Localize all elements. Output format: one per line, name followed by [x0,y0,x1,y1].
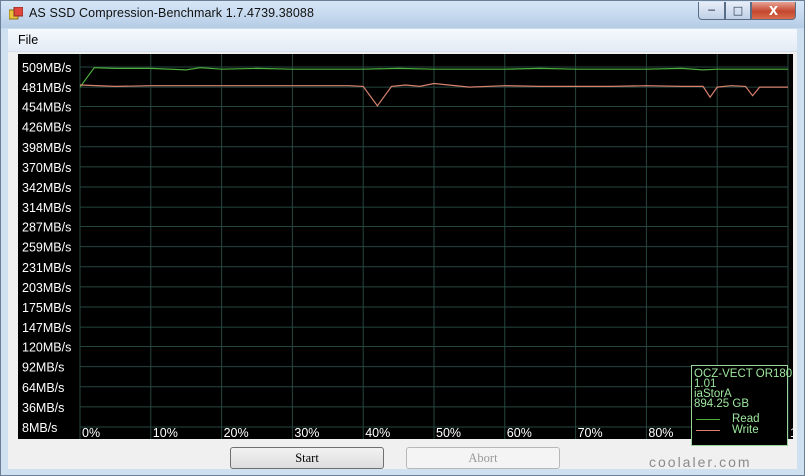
y-tick-label: 120MB/s [22,341,71,355]
x-tick-label: 80% [648,426,673,439]
y-tick-label: 342MB/s [22,181,71,195]
x-tick-label: 0% [82,426,100,439]
y-tick-label: 509MB/s [22,61,71,75]
maximize-button[interactable]: □ [725,2,751,20]
legend-read-label: Read [732,413,760,425]
legend-write-label: Write [732,424,759,436]
legend-read-swatch [696,419,720,420]
y-tick-label: 259MB/s [22,241,71,255]
x-tick-label: 70% [578,426,603,439]
x-tick-label: 40% [365,426,390,439]
close-button[interactable]: X [751,2,796,20]
legend-write-swatch [696,430,720,431]
app-icon [9,7,23,20]
app-window: AS SSD Compression-Benchmark 1.7.4739.38… [0,0,805,476]
y-tick-label: 454MB/s [22,101,71,115]
y-tick-label: 8MB/s [22,421,57,435]
y-tick-label: 426MB/s [22,121,71,135]
x-tick-label: 100% [790,426,793,439]
y-tick-label: 481MB/s [22,81,71,95]
title-bar[interactable]: AS SSD Compression-Benchmark 1.7.4739.38… [1,1,804,28]
y-tick-label: 231MB/s [22,261,71,275]
y-tick-label: 398MB/s [22,141,71,155]
y-tick-label: 314MB/s [22,201,71,215]
y-tick-label: 175MB/s [22,301,71,315]
y-tick-label: 147MB/s [22,321,71,335]
x-tick-label: 30% [294,426,319,439]
legend-capacity: 894.25 GB [694,398,749,410]
x-tick-label: 20% [224,426,249,439]
y-tick-label: 370MB/s [22,161,71,175]
y-tick-label: 92MB/s [22,361,64,375]
y-tick-label: 36MB/s [22,401,64,415]
x-tick-label: 50% [436,426,461,439]
x-tick-label: 10% [153,426,178,439]
y-tick-label: 203MB/s [22,281,71,295]
x-tick-label: 60% [507,426,532,439]
minimize-icon: ─ [708,4,715,17]
y-tick-label: 287MB/s [22,221,71,235]
menu-file[interactable]: File [18,33,38,47]
y-tick-label: 64MB/s [22,381,64,395]
menu-bar: File [8,29,797,52]
watermark: coolaler.com [649,454,752,470]
chart-legend: OCZ-VECT OR180 1.01 iaStorA 894.25 GB Re… [691,365,792,446]
window-title: AS SSD Compression-Benchmark 1.7.4739.38… [29,6,315,20]
client-area: File 509MB/s 481MB/s 454MB/s 426MB/s 398MB/s… [8,29,797,469]
chart-svg: 509MB/s 481MB/s 454MB/s 426MB/s 398MB/s 370MB… [22,54,793,439]
maximize-icon: □ [732,4,744,17]
close-icon: X [768,3,779,18]
start-button[interactable]: Start [230,447,384,469]
minimize-button[interactable]: ─ [698,2,725,20]
abort-button[interactable]: Abort [406,447,560,469]
benchmark-chart: 509MB/s 481MB/s 454MB/s 426MB/s 398MB/s 370MB… [18,54,793,446]
